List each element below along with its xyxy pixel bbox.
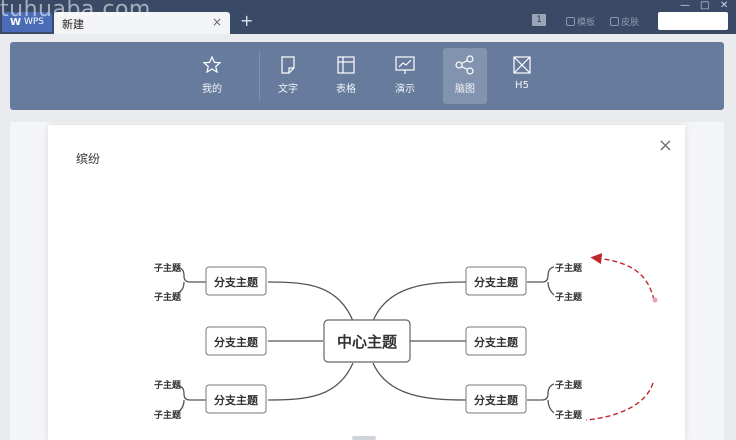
- subtopic-label[interactable]: 子主题: [555, 409, 583, 421]
- scrollbar-handle[interactable]: [352, 436, 376, 440]
- branch-topic-label: 分支主题: [214, 275, 259, 289]
- bracket-line: [177, 267, 206, 294]
- ribbon-label: H5: [515, 80, 529, 91]
- new-tab-button[interactable]: +: [240, 11, 253, 30]
- subtopic-label[interactable]: 子主题: [154, 291, 182, 303]
- star-icon: [202, 55, 222, 74]
- skin-icon: [610, 17, 619, 26]
- notification-badge[interactable]: 1: [532, 14, 546, 26]
- mindmap-icon: [455, 55, 474, 75]
- connector-line: [267, 281, 354, 322]
- skin-button[interactable]: 皮肤: [610, 15, 639, 28]
- ribbon-item-presentation[interactable]: 演示: [383, 48, 427, 104]
- ribbon-item-mindmap[interactable]: 脑图: [443, 48, 487, 104]
- ribbon-item-mine[interactable]: 我的: [190, 48, 234, 104]
- title-bar: W WPS 新建 × + 1 模板 皮肤 — □ ✕ tuhuaba.com: [0, 0, 736, 34]
- ribbon-item-spreadsheet[interactable]: 表格: [324, 48, 368, 104]
- branch-topic-label: 分支主题: [214, 335, 259, 349]
- template-label: 模板: [577, 18, 596, 28]
- ribbon-label: 表格: [336, 84, 356, 95]
- connector-line: [372, 362, 467, 401]
- branch-topic-label: 分支主题: [474, 275, 519, 289]
- watermark-text: tuhuaba.com: [0, 0, 151, 22]
- template-preview-dialog: 缤纷 × 中心主题 分支主题 分支主题 分支主题 分支主题 分支主题 分支主题 …: [48, 125, 685, 440]
- ribbon-item-h5[interactable]: H5: [500, 48, 544, 104]
- ribbon-label: 文字: [278, 84, 298, 95]
- subtopic-label[interactable]: 子主题: [154, 409, 182, 421]
- annotation-arrow: [590, 253, 655, 301]
- maximize-button[interactable]: □: [700, 0, 709, 11]
- annotation-arrow: [585, 382, 654, 421]
- center-topic-label: 中心主题: [337, 333, 398, 351]
- window-close-button[interactable]: ✕: [720, 0, 728, 11]
- ribbon-item-writer[interactable]: 文字: [266, 48, 310, 104]
- mindmap-preview: 中心主题 分支主题 分支主题 分支主题 分支主题 分支主题 分支主题 子主题 子…: [154, 253, 658, 421]
- ribbon-divider: [259, 52, 260, 100]
- annotation-dot: [652, 297, 658, 303]
- bracket-line: [527, 266, 555, 296]
- account-box[interactable]: [658, 12, 728, 30]
- h5-icon: [513, 56, 531, 74]
- subtopic-label[interactable]: 子主题: [555, 262, 583, 274]
- document-icon: [281, 56, 295, 74]
- subtopic-label[interactable]: 子主题: [154, 262, 182, 274]
- ribbon-label: 我的: [202, 84, 222, 95]
- skin-label: 皮肤: [621, 18, 640, 28]
- branch-topic-label: 分支主题: [214, 393, 259, 407]
- connector-line: [372, 281, 467, 322]
- tab-close-icon[interactable]: ×: [212, 15, 222, 29]
- subtopic-label[interactable]: 子主题: [555, 379, 583, 391]
- template-icon: [566, 17, 575, 26]
- ribbon-label: 脑图: [455, 84, 475, 95]
- subtopic-label[interactable]: 子主题: [154, 379, 182, 391]
- table-icon: [337, 56, 355, 74]
- template-button[interactable]: 模板: [566, 15, 595, 28]
- branch-topic-label: 分支主题: [474, 393, 519, 407]
- minimize-button[interactable]: —: [680, 0, 690, 11]
- bracket-line: [177, 385, 206, 413]
- subtopic-label[interactable]: 子主题: [555, 291, 583, 303]
- bracket-line: [527, 383, 555, 414]
- category-ribbon: 我的 文字 表格 演示 脑图 H5: [10, 42, 724, 110]
- presentation-icon: [395, 56, 415, 74]
- ribbon-label: 演示: [395, 84, 415, 95]
- branch-topic-label: 分支主题: [474, 335, 519, 349]
- connector-line: [267, 362, 354, 401]
